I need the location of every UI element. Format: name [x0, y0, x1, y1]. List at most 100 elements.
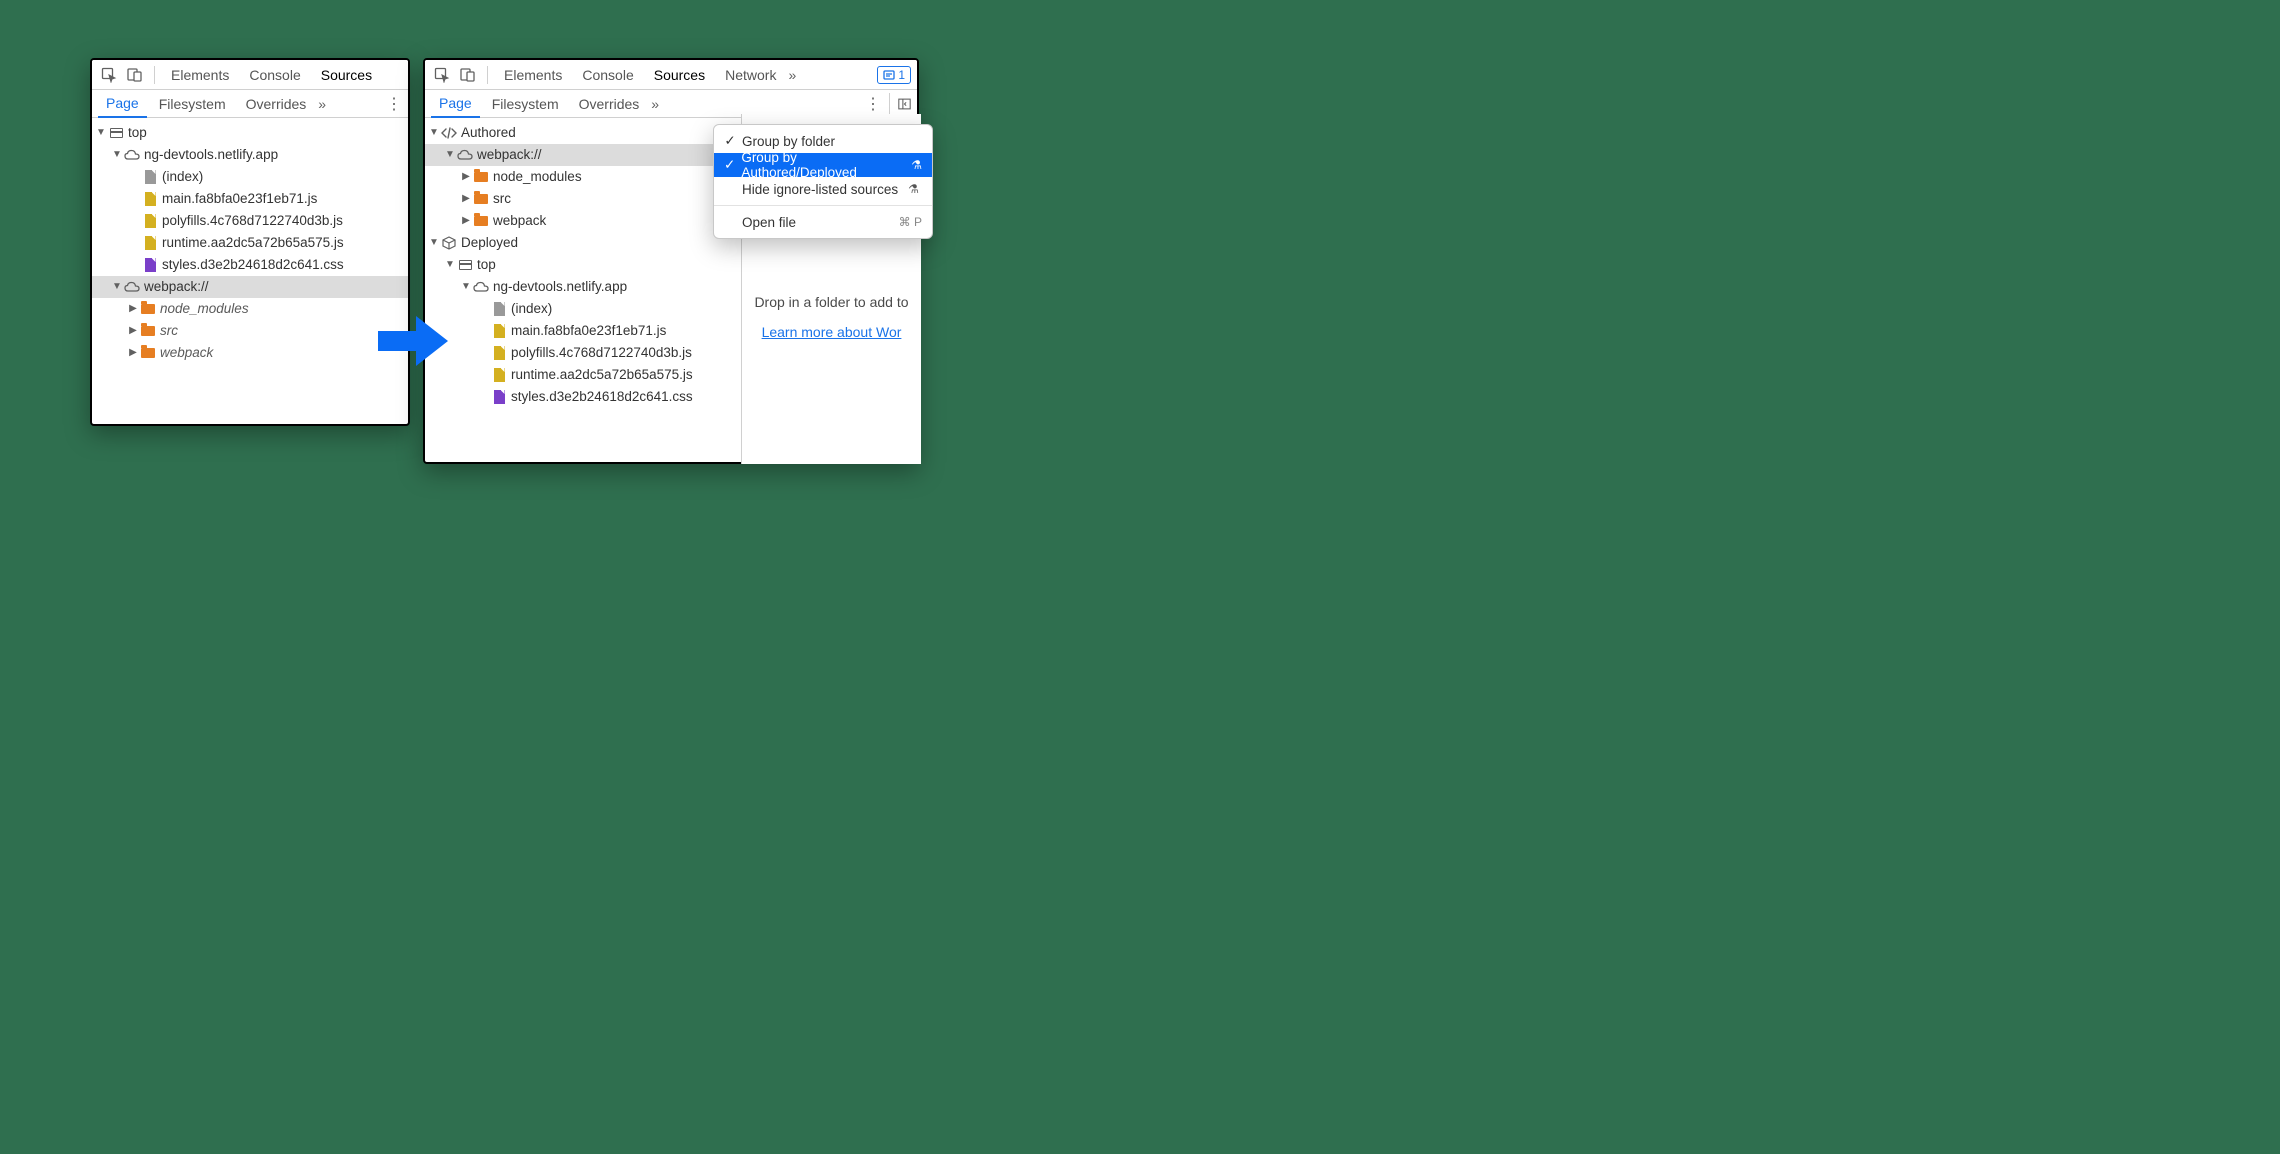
tree-webpack-dir[interactable]: ▶webpack: [425, 210, 745, 232]
tree-label: ng-devtools.netlify.app: [144, 144, 278, 166]
deployed-icon: [441, 235, 457, 251]
issues-icon: [883, 69, 895, 81]
inspect-icon[interactable]: [431, 64, 453, 86]
inspect-icon[interactable]: [98, 64, 120, 86]
tree-webpack[interactable]: ▼webpack://: [92, 276, 408, 298]
tree-file-polyfills[interactable]: polyfills.4c768d7122740d3b.js: [425, 342, 745, 364]
code-icon: [441, 125, 457, 141]
tree-label: runtime.aa2dc5a72b65a575.js: [162, 232, 344, 254]
tree-webpack[interactable]: ▼webpack://: [425, 144, 745, 166]
sources-subtabs: Page Filesystem Overrides » ⋮: [92, 90, 408, 118]
tree-file-styles[interactable]: styles.d3e2b24618d2c641.css: [92, 254, 408, 276]
file-tree-before: ▼top ▼ng-devtools.netlify.app (index) ma…: [92, 118, 408, 368]
tree-domain[interactable]: ▼ng-devtools.netlify.app: [92, 144, 408, 166]
tree-src[interactable]: ▶src: [425, 188, 745, 210]
tree-label: (index): [511, 298, 552, 320]
cloud-icon: [124, 147, 140, 163]
file-icon: [491, 301, 507, 317]
tree-frame-top[interactable]: ▼top: [92, 122, 408, 144]
device-toggle-icon[interactable]: [457, 64, 479, 86]
folder-icon: [140, 345, 156, 361]
menu-label: Open file: [742, 215, 796, 230]
tree-file-index[interactable]: (index): [425, 298, 745, 320]
tree-node-modules[interactable]: ▶node_modules: [92, 298, 408, 320]
more-tabs-icon[interactable]: »: [651, 96, 659, 112]
subtab-filesystem[interactable]: Filesystem: [151, 90, 234, 118]
subtab-page[interactable]: Page: [431, 90, 480, 118]
hint-text: Drop in a folder to add to: [742, 294, 921, 310]
folder-icon: [140, 323, 156, 339]
tree-file-main[interactable]: main.fa8bfa0e23f1eb71.js: [425, 320, 745, 342]
tree-domain[interactable]: ▼ng-devtools.netlify.app: [425, 276, 745, 298]
cloud-icon: [124, 279, 140, 295]
tab-console[interactable]: Console: [574, 60, 641, 90]
tree-node-modules[interactable]: ▶node_modules: [425, 166, 745, 188]
learn-more-link[interactable]: Learn more about Wor: [762, 324, 902, 340]
file-css-icon: [491, 389, 507, 405]
check-icon: ✓: [724, 157, 735, 173]
tree-authored[interactable]: ▼Authored: [425, 122, 745, 144]
issues-badge[interactable]: 1: [877, 66, 911, 84]
devtools-panel-before: Elements Console Sources Page Filesystem…: [90, 58, 410, 426]
file-js-icon: [142, 235, 158, 251]
subtab-overrides[interactable]: Overrides: [238, 90, 315, 118]
tab-network[interactable]: Network: [717, 60, 784, 90]
tree-label: styles.d3e2b24618d2c641.css: [511, 386, 693, 408]
file-js-icon: [491, 323, 507, 339]
menu-group-authored-deployed[interactable]: ✓ Group by Authored/Deployed ⚗: [714, 153, 932, 177]
tree-file-runtime[interactable]: runtime.aa2dc5a72b65a575.js: [425, 364, 745, 386]
tree-file-runtime[interactable]: runtime.aa2dc5a72b65a575.js: [92, 232, 408, 254]
device-toggle-icon[interactable]: [124, 64, 146, 86]
subtab-overrides[interactable]: Overrides: [571, 90, 648, 118]
menu-separator: [714, 205, 932, 206]
tree-label: webpack: [493, 210, 546, 232]
transition-arrow-icon: [378, 316, 448, 366]
tree-label: node_modules: [493, 166, 582, 188]
file-css-icon: [142, 257, 158, 273]
subtab-page[interactable]: Page: [98, 90, 147, 118]
menu-label: Group by folder: [742, 134, 835, 149]
tree-label: ng-devtools.netlify.app: [493, 276, 627, 298]
main-tabs: Elements Console Sources: [92, 60, 408, 90]
tab-elements[interactable]: Elements: [163, 60, 237, 90]
file-tree-after: ▼Authored ▼webpack:// ▶node_modules ▶src…: [425, 118, 745, 412]
menu-hide-ignore-listed[interactable]: Hide ignore-listed sources ⚗: [714, 177, 932, 201]
divider: [154, 66, 155, 84]
tree-label: polyfills.4c768d7122740d3b.js: [162, 210, 343, 232]
more-options-icon[interactable]: ⋮: [865, 94, 881, 114]
tree-label: Authored: [461, 122, 516, 144]
tree-webpack-dir[interactable]: ▶webpack: [92, 342, 408, 364]
menu-open-file[interactable]: Open file ⌘ P: [714, 210, 932, 234]
cloud-icon: [473, 279, 489, 295]
subtab-filesystem[interactable]: Filesystem: [484, 90, 567, 118]
tab-sources[interactable]: Sources: [313, 60, 380, 90]
tree-label: webpack: [160, 342, 213, 364]
tree-label: src: [160, 320, 178, 342]
panel-layout-icon[interactable]: [889, 93, 911, 115]
file-js-icon: [491, 345, 507, 361]
folder-icon: [473, 169, 489, 185]
tree-frame-top[interactable]: ▼top: [425, 254, 745, 276]
context-menu: ✓ Group by folder ✓ Group by Authored/De…: [713, 124, 933, 239]
tree-label: main.fa8bfa0e23f1eb71.js: [162, 188, 317, 210]
tree-src[interactable]: ▶src: [92, 320, 408, 342]
tab-sources[interactable]: Sources: [646, 60, 713, 90]
more-tabs-icon[interactable]: »: [318, 96, 326, 112]
file-js-icon: [491, 367, 507, 383]
tree-file-index[interactable]: (index): [92, 166, 408, 188]
divider: [487, 66, 488, 84]
more-tabs-icon[interactable]: »: [788, 67, 796, 83]
tree-deployed[interactable]: ▼Deployed: [425, 232, 745, 254]
more-options-icon[interactable]: ⋮: [386, 94, 402, 114]
tab-elements[interactable]: Elements: [496, 60, 570, 90]
tree-file-main[interactable]: main.fa8bfa0e23f1eb71.js: [92, 188, 408, 210]
tree-label: (index): [162, 166, 203, 188]
check-icon: ✓: [724, 133, 736, 149]
tab-console[interactable]: Console: [241, 60, 308, 90]
tree-file-styles[interactable]: styles.d3e2b24618d2c641.css: [425, 386, 745, 408]
frame-icon: [108, 125, 124, 141]
cloud-icon: [457, 147, 473, 163]
menu-label: Group by Authored/Deployed: [741, 150, 901, 180]
menu-label: Hide ignore-listed sources: [742, 182, 898, 197]
tree-file-polyfills[interactable]: polyfills.4c768d7122740d3b.js: [92, 210, 408, 232]
